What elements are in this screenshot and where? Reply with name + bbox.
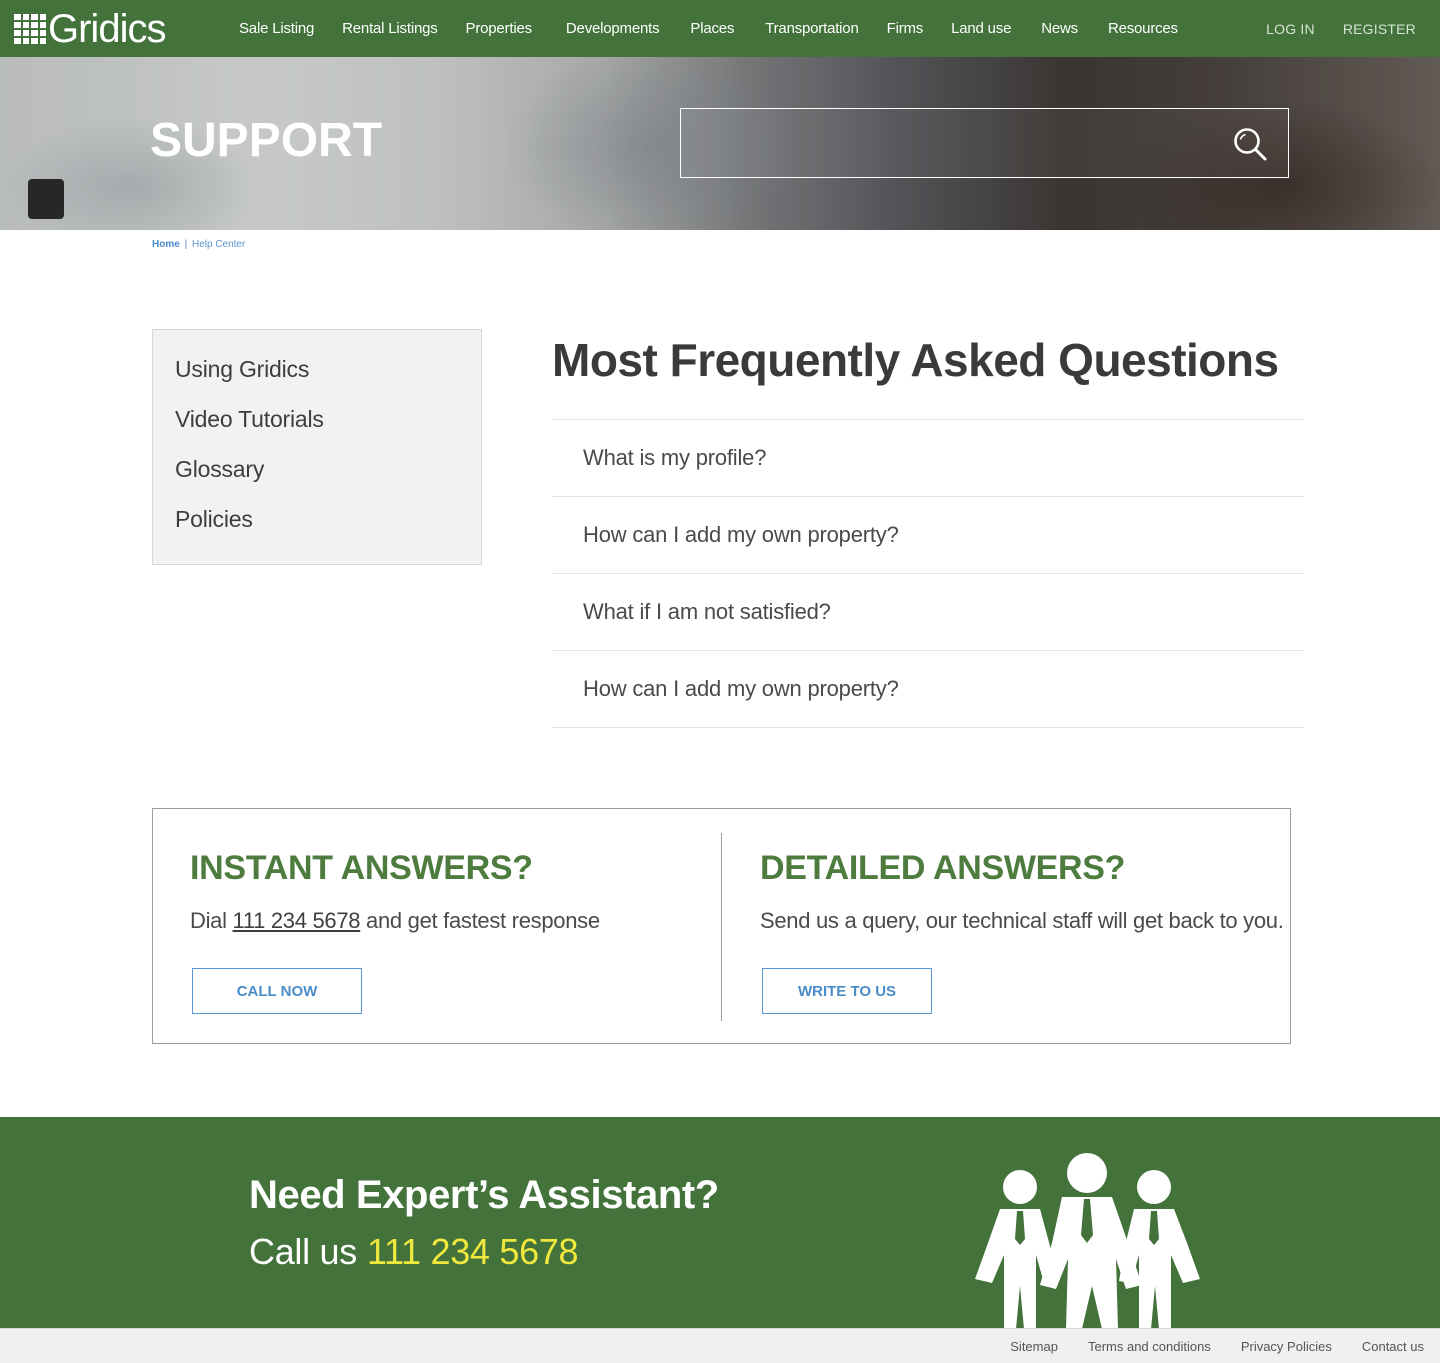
expert-call: Call us 111 234 5678 bbox=[249, 1231, 579, 1273]
instant-phone-link[interactable]: 111 234 5678 bbox=[233, 908, 361, 933]
footer-link-privacy[interactable]: Privacy Policies bbox=[1241, 1339, 1332, 1354]
nav-link-places[interactable]: Places bbox=[690, 20, 734, 37]
faq-item[interactable]: What if I am not satisfied? bbox=[552, 574, 1304, 651]
instant-answers-text: Dial 111 234 5678 and get fastest respon… bbox=[190, 908, 600, 934]
nav-link-transportation[interactable]: Transportation bbox=[765, 20, 859, 37]
nav-link-rental-listings[interactable]: Rental Listings bbox=[342, 20, 438, 37]
detailed-answers-text: Send us a query, our technical staff wil… bbox=[760, 908, 1284, 933]
faq-list: What is my profile? How can I add my own… bbox=[552, 419, 1304, 728]
footer-links: Sitemap Terms and conditions Privacy Pol… bbox=[980, 1329, 1424, 1363]
nav-link-land-use[interactable]: Land use bbox=[951, 20, 1011, 37]
footer-link-contact[interactable]: Contact us bbox=[1362, 1339, 1424, 1354]
breadcrumb-home-link[interactable]: Home bbox=[152, 239, 180, 250]
register-link[interactable]: REGISTER bbox=[1343, 21, 1416, 37]
faq-item[interactable]: What is my profile? bbox=[552, 420, 1304, 497]
panel-divider bbox=[721, 833, 722, 1021]
nav-link-news[interactable]: News bbox=[1041, 20, 1078, 37]
footer-link-sitemap[interactable]: Sitemap bbox=[1010, 1339, 1058, 1354]
logo-text: Gridics bbox=[48, 7, 166, 51]
faq-item[interactable]: How can I add my own property? bbox=[552, 651, 1304, 728]
instant-text-before: Dial bbox=[190, 908, 233, 933]
expert-title: Need Expert’s Assistant? bbox=[249, 1173, 719, 1217]
expert-phone-link[interactable]: 111 234 5678 bbox=[367, 1231, 579, 1272]
sidebar-item-policies[interactable]: Policies bbox=[175, 503, 481, 553]
nav-link-properties[interactable]: Properties bbox=[466, 20, 533, 37]
write-to-us-button[interactable]: WRITE TO US bbox=[762, 968, 932, 1014]
auth-links: LOG IN REGISTER bbox=[1238, 0, 1416, 57]
instant-text-after: and get fastest response bbox=[360, 908, 600, 933]
nav-link-firms[interactable]: Firms bbox=[887, 20, 924, 37]
expert-assistance-band: Need Expert’s Assistant? Call us 111 234 … bbox=[0, 1117, 1440, 1328]
sidebar-item-video-tutorials[interactable]: Video Tutorials bbox=[175, 403, 481, 453]
main-nav: Sale Listing Rental Listings Properties … bbox=[225, 0, 1192, 57]
top-navbar: Gridics Sale Listing Rental Listings Pro… bbox=[0, 0, 1440, 57]
search-icon[interactable] bbox=[1232, 126, 1268, 162]
sidebar-item-using-gridics[interactable]: Using Gridics bbox=[175, 353, 481, 403]
nav-link-resources[interactable]: Resources bbox=[1108, 20, 1178, 37]
nav-link-developments[interactable]: Developments bbox=[566, 20, 660, 37]
breadcrumb-current: Help Center bbox=[191, 239, 246, 250]
help-sidebar: Using Gridics Video Tutorials Glossary P… bbox=[152, 329, 482, 565]
support-search-box bbox=[680, 108, 1289, 178]
page-title: SUPPORT bbox=[150, 114, 383, 167]
team-people-icon bbox=[975, 1153, 1200, 1328]
breadcrumb-separator: | bbox=[184, 239, 188, 250]
breadcrumb: Home | Help Center bbox=[152, 239, 245, 250]
sidebar-item-glossary[interactable]: Glossary bbox=[175, 453, 481, 503]
footer-link-terms[interactable]: Terms and conditions bbox=[1088, 1339, 1211, 1354]
nav-link-sale-listing[interactable]: Sale Listing bbox=[239, 20, 314, 37]
detailed-answers-title: DETAILED ANSWERS? bbox=[760, 849, 1126, 887]
gridics-logo[interactable]: Gridics bbox=[14, 7, 166, 51]
instant-answers-title: INSTANT ANSWERS? bbox=[190, 849, 533, 887]
logo-grid-icon bbox=[14, 14, 46, 44]
login-link[interactable]: LOG IN bbox=[1266, 21, 1315, 37]
expert-call-label: Call us bbox=[249, 1231, 357, 1272]
contact-options-box: INSTANT ANSWERS? Dial 111 234 5678 and g… bbox=[152, 808, 1291, 1044]
faq-heading: Most Frequently Asked Questions bbox=[552, 334, 1279, 386]
faq-item[interactable]: How can I add my own property? bbox=[552, 497, 1304, 574]
support-hero-banner: SUPPORT bbox=[0, 57, 1440, 230]
support-search-input[interactable] bbox=[681, 109, 1221, 177]
footer-bar: Sitemap Terms and conditions Privacy Pol… bbox=[0, 1328, 1440, 1363]
call-now-button[interactable]: CALL NOW bbox=[192, 968, 362, 1014]
